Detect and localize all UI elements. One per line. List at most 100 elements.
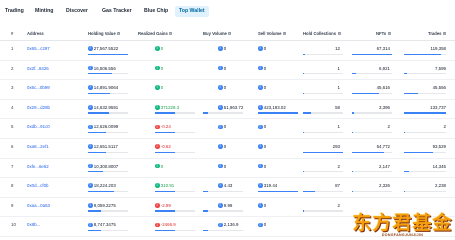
wallet-address-link[interactable]: 0xdb...91c0	[27, 124, 50, 129]
wallet-address-link[interactable]: 0x0d...cf0b	[27, 183, 48, 188]
rank-number: 6	[11, 144, 14, 149]
eth-icon: Ξ	[258, 65, 263, 71]
wallet-address-link[interactable]: 0x8b...	[27, 222, 40, 227]
wallet-address-link[interactable]: 0xfe...6e62	[27, 164, 49, 169]
hold-collections: 293	[332, 144, 340, 149]
gains-bar-fill	[155, 112, 175, 114]
rank-number: 3	[11, 85, 14, 91]
sell-volume-text: 319.44	[263, 183, 278, 189]
collections-bar	[303, 171, 343, 173]
tab-blue-chip[interactable]: Blue Chip	[144, 8, 168, 14]
eth-icon: Ξ	[155, 85, 160, 90]
eth-icon: Ξ	[258, 183, 263, 188]
trade-count: 2,238	[435, 183, 446, 189]
col-sell-volume[interactable]: Sell Volume ▾	[258, 31, 286, 36]
wallet-address-link[interactable]: 0xa8...2ef1	[27, 144, 49, 149]
nfts-bar	[352, 73, 392, 75]
wallet-address-link[interactable]: 0xaa...0a53	[27, 203, 50, 208]
holding-value: Ξ 27,567.5522	[88, 46, 118, 51]
nfts-bar	[352, 92, 392, 95]
eth-icon: Ξ	[155, 144, 160, 149]
trade-count: 7,599	[435, 65, 446, 71]
table-row[interactable]: 4 0x29...d28b Ξ 14,632.9591 Ξ 371228.3 Ξ 51,963…	[0, 100, 455, 120]
wallet-address-link[interactable]: 0x65...c297	[27, 46, 50, 51]
buy-volume-text: 0	[223, 46, 227, 51]
buy-volume: Ξ0	[218, 66, 226, 71]
collections-bar	[303, 210, 343, 212]
hold-collections: 1	[337, 124, 340, 130]
table-row[interactable]: 8 0x0d...cf0b Ξ 18,224.203 Ξ 310.91 Ξ 4.43 Ξ 319.…	[0, 178, 455, 198]
buy-bar-fill	[203, 112, 208, 114]
holding-value: Ξ 8,747.3475	[88, 222, 116, 227]
buy-volume-text: 0	[223, 85, 227, 91]
collections-bar	[303, 112, 343, 114]
tab-trading[interactable]: Trading	[5, 8, 24, 14]
col-realized-gains[interactable]: Realized Gains ▾	[138, 31, 173, 36]
trade-count: 93,529	[432, 144, 446, 149]
watermark-subtext: DONGFANGJUNJIJIN	[381, 233, 424, 237]
table-row[interactable]: 6 0xa8...2ef1 Ξ 12,651.5117 Ξ -0.62 Ξ 0 Ξ 0 293 54,…	[0, 139, 455, 159]
holding-bar-fill	[88, 229, 101, 232]
eth-icon: Ξ	[88, 124, 93, 130]
realized-gains-text: 310.91	[160, 183, 175, 189]
sort-icon[interactable]: ▾	[387, 31, 391, 36]
holding-value: Ξ 14,632.9591	[88, 105, 118, 110]
rank-number: 8	[11, 183, 14, 189]
col-buy-volume[interactable]: Buy Volume ▾	[203, 31, 232, 36]
col-hold-collections[interactable]: Hold Collections ▾	[303, 31, 341, 36]
realized-gains: Ξ 310.91	[155, 183, 174, 188]
sort-icon[interactable]: ▾	[169, 31, 173, 36]
eth-icon: Ξ	[218, 124, 223, 130]
sort-icon[interactable]: ▾	[117, 31, 121, 36]
nft-count: 6,921	[379, 65, 390, 71]
eth-icon: Ξ	[218, 85, 223, 90]
table-row[interactable]: 2 0x2f...8426 Ξ 16,506.556 Ξ 0 Ξ 0 Ξ 0 1 6,921 7,599	[0, 61, 455, 81]
table-row[interactable]: 3 0x6c...0b99 Ξ 14,891.9064 Ξ 0 Ξ 0 Ξ 0 1 45,616 45,…	[0, 80, 455, 100]
buy-volume-text: 0	[223, 65, 227, 71]
eth-icon: Ξ	[258, 124, 263, 130]
holding-value-text: 14,891.9064	[93, 85, 119, 91]
sort-icon[interactable]: ▾	[228, 31, 232, 36]
tab-minting[interactable]: Minting	[35, 8, 53, 14]
nfts-bar-fill	[352, 190, 354, 193]
col-nfts[interactable]: NFTs ▾	[376, 31, 391, 36]
holding-value: Ξ 18,224.203	[88, 183, 116, 188]
tab-gas-tracker[interactable]: Gas Tracker	[102, 8, 132, 14]
table-row[interactable]: 7 0xfe...6e62 Ξ 10,300.8007 Ξ 0 Ξ 0 Ξ 0 2 2,147 14,3…	[0, 159, 455, 179]
realized-gains: Ξ0	[155, 85, 163, 90]
tab-top-wallet[interactable]: Top Wallet	[175, 6, 209, 17]
nfts-bar-fill	[352, 53, 392, 55]
holding-bar-fill	[88, 151, 107, 153]
watermark-text: 东方君基金	[352, 212, 453, 234]
trade-count: 45,556	[432, 85, 446, 91]
nfts-bar-fill	[352, 92, 380, 95]
trade-count: 133,737	[430, 104, 446, 110]
buy-bar-fill	[203, 210, 208, 212]
wallet-address-link[interactable]: 0x29...d28b	[27, 105, 50, 110]
sell-volume-text: 0	[263, 85, 267, 91]
realized-gains-text: -2466.9	[160, 222, 176, 228]
eth-icon: Ξ	[88, 144, 93, 149]
realized-gains: Ξ0	[155, 46, 163, 51]
sort-icon[interactable]: ▾	[337, 31, 341, 36]
realized-gains: Ξ -2466.9	[155, 222, 176, 227]
holding-bar-fill	[88, 131, 107, 134]
tab-discover[interactable]: Discover	[66, 8, 88, 14]
eth-icon: Ξ	[218, 46, 223, 51]
sell-volume: Ξ0	[258, 46, 266, 51]
table-row[interactable]: 1 0x65...c297 Ξ 27,567.5522 Ξ 0 Ξ 0 Ξ 0 12 67,314 11…	[0, 41, 455, 61]
nft-count: 67,314	[376, 46, 390, 51]
trade-count: 14,345	[432, 163, 446, 169]
buy-volume: Ξ0	[218, 46, 226, 51]
wallet-address-link[interactable]: 0x6c...0b99	[27, 85, 50, 90]
wallet-address-link[interactable]: 0x2f...8426	[27, 66, 49, 71]
col-rank: #	[11, 31, 14, 36]
table-row[interactable]: 5 0xdb...91c0 Ξ 12,626.0099 Ξ -0.24 Ξ 0 Ξ 0 1 2 2	[0, 119, 455, 139]
realized-gains-text: -0.24	[160, 124, 171, 130]
col-holding-value[interactable]: Holding Value ▾	[88, 31, 121, 36]
sort-icon[interactable]: ▾	[282, 31, 286, 36]
collections-bar-fill	[303, 73, 304, 75]
sort-icon[interactable]: ▾	[443, 31, 447, 36]
holding-value-text: 8,747.3475	[93, 222, 116, 228]
col-trades[interactable]: Trades ▾	[428, 31, 447, 36]
